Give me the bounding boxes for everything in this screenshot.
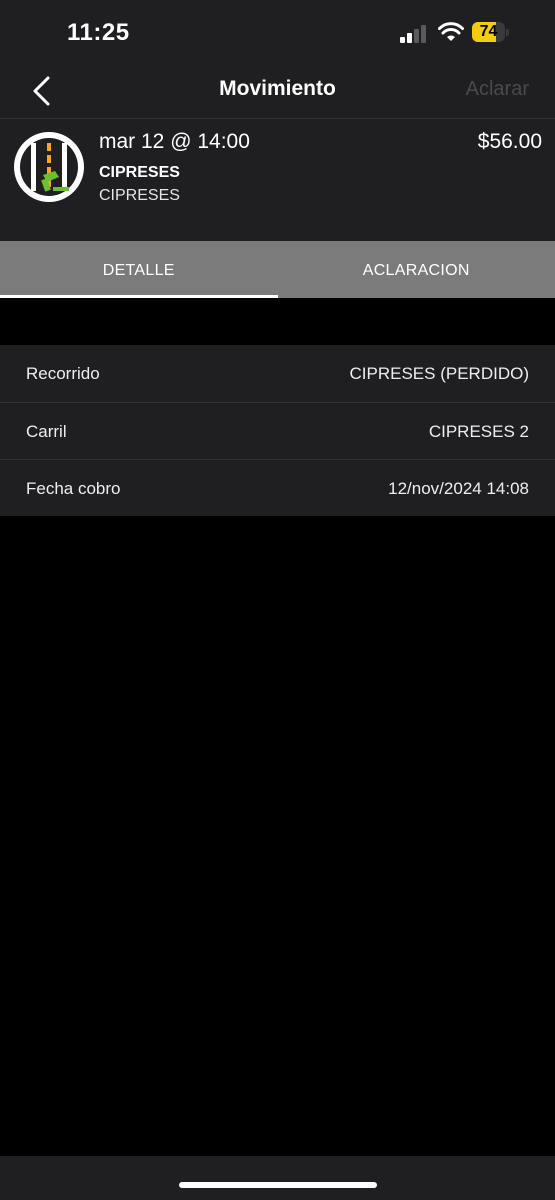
- detail-value: CIPRESES (PERDIDO): [349, 364, 529, 383]
- wifi-icon: [438, 22, 464, 41]
- tab-bar: DETALLE ACLARACION: [0, 241, 555, 298]
- bottom-bar: [0, 1156, 555, 1200]
- detail-value: CIPRESES 2: [428, 422, 529, 441]
- detail-label: Fecha cobro: [26, 479, 121, 498]
- aclarar-button[interactable]: Aclarar: [466, 78, 529, 101]
- detail-label: Carril: [26, 422, 67, 441]
- cellular-signal-icon: [400, 25, 426, 43]
- details-list: Recorrido CIPRESES (PERDIDO) Carril CIPR…: [0, 345, 555, 516]
- movement-amount: $56.00: [477, 130, 542, 153]
- toll-road-icon: [14, 132, 84, 202]
- detail-row-carril: Carril CIPRESES 2: [0, 402, 555, 459]
- detail-row-fecha-cobro: Fecha cobro 12/nov/2024 14:08: [0, 459, 555, 516]
- status-bar: 11:25 74: [0, 0, 555, 62]
- status-time: 11:25: [67, 19, 130, 46]
- tab-aclaracion[interactable]: ACLARACION: [278, 241, 555, 298]
- detail-value: 12/nov/2024 14:08: [388, 479, 529, 498]
- movement-summary: mar 12 @ 14:00 $56.00 CIPRESES CIPRESES: [0, 119, 555, 241]
- nav-bar: Movimiento Aclarar: [0, 62, 555, 119]
- detail-row-recorrido: Recorrido CIPRESES (PERDIDO): [0, 345, 555, 402]
- movement-place: CIPRESES: [99, 164, 180, 181]
- movement-subplace: CIPRESES: [99, 187, 180, 204]
- home-indicator[interactable]: [179, 1182, 377, 1188]
- tab-detalle[interactable]: DETALLE: [0, 241, 278, 298]
- detail-label: Recorrido: [26, 364, 100, 383]
- battery-percent: 74: [479, 23, 498, 40]
- battery-tip: [506, 29, 509, 36]
- battery-indicator: 74: [472, 22, 509, 42]
- movement-date: mar 12 @ 14:00: [99, 130, 250, 153]
